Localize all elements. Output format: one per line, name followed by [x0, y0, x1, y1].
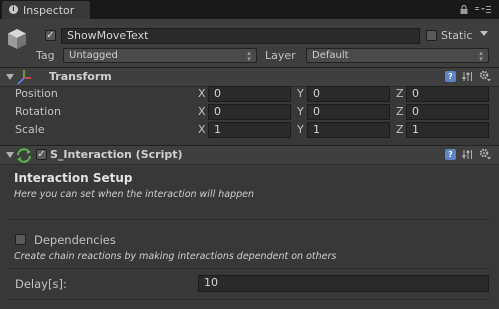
- inspector-tab-bar: i Inspector: [0, 0, 499, 19]
- script-title: S_Interaction (Script): [50, 148, 183, 161]
- position-x-field[interactable]: 0: [208, 86, 291, 102]
- scale-z-field[interactable]: 1: [406, 122, 489, 138]
- rotation-z-field[interactable]: 0: [406, 104, 489, 120]
- dropdown-arrows-icon: ▴ ▾: [247, 49, 251, 63]
- axis-z-label: Z: [396, 105, 404, 118]
- axis-y-label: Y: [297, 105, 304, 118]
- transform-axis-icon: [17, 70, 31, 85]
- axis-x-label: X: [198, 123, 206, 136]
- panel-menu-icon[interactable]: [475, 5, 491, 14]
- gear-icon[interactable]: [479, 148, 491, 160]
- transform-title: Transform: [49, 70, 112, 83]
- preset-icon[interactable]: [462, 71, 473, 82]
- scale-y-field[interactable]: 1: [307, 122, 390, 138]
- static-dropdown-icon[interactable]: [480, 31, 488, 36]
- position-label: Position: [15, 87, 58, 100]
- dependencies-description: Create chain reactions by making interac…: [14, 251, 337, 262]
- rotation-label: Rotation: [15, 105, 62, 118]
- rotation-y-field[interactable]: 0: [307, 104, 390, 120]
- axis-y-label: Y: [297, 123, 304, 136]
- rotation-x-field[interactable]: 0: [208, 104, 291, 120]
- gear-icon[interactable]: [479, 70, 491, 82]
- dropdown-arrows-icon: ▴ ▾: [479, 49, 483, 63]
- static-checkbox[interactable]: [426, 30, 437, 41]
- gameobject-name-field[interactable]: ShowMoveText: [61, 28, 420, 44]
- script-enabled-checkbox[interactable]: ✓: [36, 149, 47, 160]
- axis-x-label: X: [198, 105, 206, 118]
- info-icon: i: [9, 5, 18, 14]
- script-icon: [17, 148, 31, 163]
- bottom-divider: [8, 299, 489, 300]
- transform-header[interactable]: Transform ?: [0, 67, 499, 87]
- position-y-field[interactable]: 0: [307, 86, 390, 102]
- axis-y-label: Y: [297, 87, 304, 100]
- section-description: Here you can set when the interaction wi…: [14, 189, 255, 200]
- preset-icon[interactable]: [462, 149, 473, 160]
- dependencies-divider: [8, 268, 489, 269]
- layer-value: Default: [312, 50, 349, 61]
- inspector-tab[interactable]: i Inspector: [2, 1, 90, 19]
- foldout-arrow-icon[interactable]: [6, 152, 14, 158]
- lock-icon[interactable]: [460, 5, 468, 14]
- layer-label: Layer: [265, 49, 296, 62]
- inspector-tab-label: Inspector: [23, 4, 75, 17]
- layer-dropdown[interactable]: Default ▴ ▾: [306, 48, 489, 63]
- gameobject-cube-icon: [8, 29, 26, 49]
- delay-label: Delay[s]:: [15, 277, 67, 291]
- tag-value: Untagged: [69, 50, 118, 61]
- section-title: Interaction Setup: [14, 171, 133, 185]
- dependencies-checkbox[interactable]: [15, 234, 26, 245]
- help-icon[interactable]: ?: [445, 149, 456, 160]
- help-icon[interactable]: ?: [445, 71, 456, 82]
- axis-z-label: Z: [396, 123, 404, 136]
- tag-label: Tag: [36, 49, 55, 62]
- script-component-header[interactable]: ✓ S_Interaction (Script) ?: [0, 145, 499, 165]
- tag-dropdown[interactable]: Untagged ▴ ▾: [63, 48, 257, 63]
- section-divider: [8, 219, 489, 220]
- axis-z-label: Z: [396, 87, 404, 100]
- dependencies-label: Dependencies: [34, 233, 116, 247]
- scale-x-field[interactable]: 1: [208, 122, 291, 138]
- gameobject-active-checkbox[interactable]: ✓: [45, 30, 56, 41]
- axis-x-label: X: [198, 87, 206, 100]
- position-z-field[interactable]: 0: [406, 86, 489, 102]
- delay-field[interactable]: 10: [198, 275, 489, 292]
- scale-label: Scale: [15, 123, 45, 136]
- foldout-arrow-icon[interactable]: [6, 74, 14, 80]
- static-label: Static: [441, 29, 473, 42]
